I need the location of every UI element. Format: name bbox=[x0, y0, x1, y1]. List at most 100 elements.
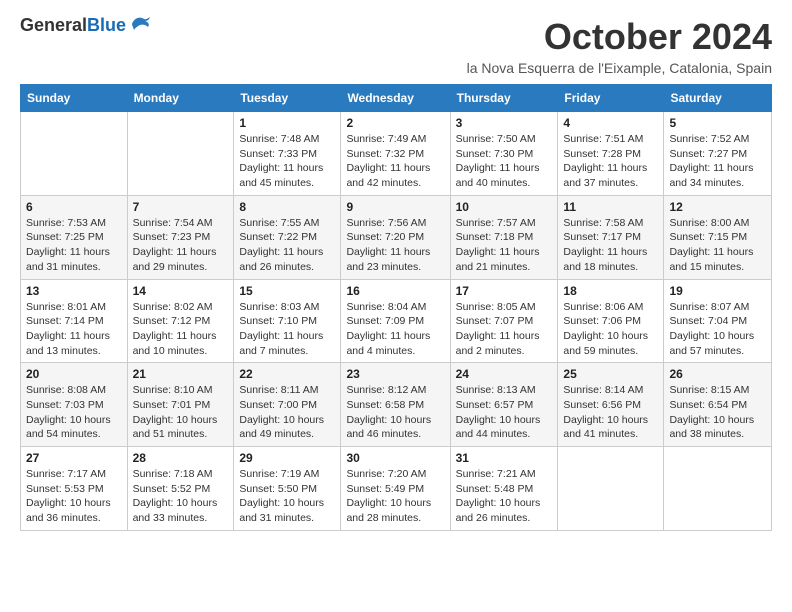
calendar-cell: 29 Sunrise: 7:19 AMSunset: 5:50 PMDayligh… bbox=[234, 447, 341, 531]
week-row-3: 13 Sunrise: 8:01 AMSunset: 7:14 PMDayligh… bbox=[21, 279, 772, 363]
calendar-cell: 23Sunrise: 8:12 AMSunset: 6:58 PMDayligh… bbox=[341, 363, 450, 447]
calendar-cell bbox=[21, 112, 128, 196]
calendar-cell bbox=[127, 112, 234, 196]
calendar-cell: 6 Sunrise: 7:53 AMSunset: 7:25 PMDaylight… bbox=[21, 195, 128, 279]
day-number: 17 bbox=[456, 284, 553, 298]
calendar-cell: 19 Sunrise: 8:07 AMSunset: 7:04 PMDayligh… bbox=[664, 279, 772, 363]
day-number: 13 bbox=[26, 284, 122, 298]
day-detail: Sunrise: 8:11 AMSunset: 7:00 PMDaylight:… bbox=[239, 383, 335, 442]
day-detail: Sunrise: 8:01 AMSunset: 7:14 PMDaylight:… bbox=[26, 300, 122, 359]
week-row-2: 6 Sunrise: 7:53 AMSunset: 7:25 PMDaylight… bbox=[21, 195, 772, 279]
calendar-cell: 12 Sunrise: 8:00 AMSunset: 7:15 PMDayligh… bbox=[664, 195, 772, 279]
day-number: 5 bbox=[669, 116, 766, 130]
week-row-1: 1Sunrise: 7:48 AMSunset: 7:33 PMDaylight… bbox=[21, 112, 772, 196]
day-detail: Sunrise: 8:07 AMSunset: 7:04 PMDaylight:… bbox=[669, 300, 766, 359]
day-number: 1 bbox=[239, 116, 335, 130]
day-detail: Sunrise: 8:00 AMSunset: 7:15 PMDaylight:… bbox=[669, 216, 766, 275]
logo-text: GeneralBlue bbox=[20, 16, 126, 36]
day-detail: Sunrise: 8:08 AMSunset: 7:03 PMDaylight:… bbox=[26, 383, 122, 442]
calendar-cell: 27Sunrise: 7:17 AMSunset: 5:53 PMDayligh… bbox=[21, 447, 128, 531]
calendar-cell: 21Sunrise: 8:10 AMSunset: 7:01 PMDayligh… bbox=[127, 363, 234, 447]
day-number: 12 bbox=[669, 200, 766, 214]
calendar-cell: 7Sunrise: 7:54 AMSunset: 7:23 PMDaylight… bbox=[127, 195, 234, 279]
calendar-cell: 1Sunrise: 7:48 AMSunset: 7:33 PMDaylight… bbox=[234, 112, 341, 196]
day-detail: Sunrise: 8:05 AMSunset: 7:07 PMDaylight:… bbox=[456, 300, 553, 359]
month-title: October 2024 bbox=[467, 16, 772, 58]
calendar-cell: 10 Sunrise: 7:57 AMSunset: 7:18 PMDayligh… bbox=[450, 195, 558, 279]
day-number: 29 bbox=[239, 451, 335, 465]
week-row-5: 27Sunrise: 7:17 AMSunset: 5:53 PMDayligh… bbox=[21, 447, 772, 531]
day-detail: Sunrise: 8:02 AMSunset: 7:12 PMDaylight:… bbox=[133, 300, 229, 359]
day-number: 6 bbox=[26, 200, 122, 214]
day-number: 26 bbox=[669, 367, 766, 381]
day-number: 31 bbox=[456, 451, 553, 465]
calendar-cell: 3 Sunrise: 7:50 AMSunset: 7:30 PMDaylight… bbox=[450, 112, 558, 196]
calendar-cell: 14 Sunrise: 8:02 AMSunset: 7:12 PMDayligh… bbox=[127, 279, 234, 363]
day-number: 15 bbox=[239, 284, 335, 298]
day-detail: Sunrise: 7:20 AMSunset: 5:49 PMDaylight:… bbox=[346, 467, 444, 526]
day-number: 3 bbox=[456, 116, 553, 130]
day-number: 22 bbox=[239, 367, 335, 381]
calendar-cell: 18 Sunrise: 8:06 AMSunset: 7:06 PMDayligh… bbox=[558, 279, 664, 363]
week-row-4: 20Sunrise: 8:08 AMSunset: 7:03 PMDayligh… bbox=[21, 363, 772, 447]
weekday-header-wednesday: Wednesday bbox=[341, 85, 450, 112]
day-number: 18 bbox=[563, 284, 658, 298]
day-detail: Sunrise: 8:14 AMSunset: 6:56 PMDaylight:… bbox=[563, 383, 658, 442]
day-detail: Sunrise: 8:15 AMSunset: 6:54 PMDaylight:… bbox=[669, 383, 766, 442]
day-detail: Sunrise: 8:10 AMSunset: 7:01 PMDaylight:… bbox=[133, 383, 229, 442]
day-number: 8 bbox=[239, 200, 335, 214]
day-detail: Sunrise: 7:21 AMSunset: 5:48 PMDaylight:… bbox=[456, 467, 553, 526]
day-number: 23 bbox=[346, 367, 444, 381]
weekday-header-row: SundayMondayTuesdayWednesdayThursdayFrid… bbox=[21, 85, 772, 112]
calendar-cell: 17 Sunrise: 8:05 AMSunset: 7:07 PMDayligh… bbox=[450, 279, 558, 363]
day-detail: Sunrise: 7:53 AMSunset: 7:25 PMDaylight:… bbox=[26, 216, 122, 275]
weekday-header-saturday: Saturday bbox=[664, 85, 772, 112]
calendar-cell: 26 Sunrise: 8:15 AMSunset: 6:54 PMDayligh… bbox=[664, 363, 772, 447]
calendar-cell: 24Sunrise: 8:13 AMSunset: 6:57 PMDayligh… bbox=[450, 363, 558, 447]
day-detail: Sunrise: 7:55 AMSunset: 7:22 PMDaylight:… bbox=[239, 216, 335, 275]
day-detail: Sunrise: 7:17 AMSunset: 5:53 PMDaylight:… bbox=[26, 467, 122, 526]
calendar-cell: 25 Sunrise: 8:14 AMSunset: 6:56 PMDayligh… bbox=[558, 363, 664, 447]
day-detail: Sunrise: 7:50 AMSunset: 7:30 PMDaylight:… bbox=[456, 132, 553, 191]
calendar-cell: 15Sunrise: 8:03 AMSunset: 7:10 PMDayligh… bbox=[234, 279, 341, 363]
calendar-cell: 5Sunrise: 7:52 AMSunset: 7:27 PMDaylight… bbox=[664, 112, 772, 196]
calendar-cell: 2Sunrise: 7:49 AMSunset: 7:32 PMDaylight… bbox=[341, 112, 450, 196]
weekday-header-friday: Friday bbox=[558, 85, 664, 112]
day-number: 7 bbox=[133, 200, 229, 214]
location-title: la Nova Esquerra de l'Eixample, Cataloni… bbox=[467, 60, 772, 76]
day-detail: Sunrise: 7:56 AMSunset: 7:20 PMDaylight:… bbox=[346, 216, 444, 275]
calendar-cell: 30 Sunrise: 7:20 AMSunset: 5:49 PMDayligh… bbox=[341, 447, 450, 531]
calendar-cell: 20Sunrise: 8:08 AMSunset: 7:03 PMDayligh… bbox=[21, 363, 128, 447]
day-detail: Sunrise: 8:13 AMSunset: 6:57 PMDaylight:… bbox=[456, 383, 553, 442]
logo-bird-icon bbox=[130, 16, 152, 34]
calendar-cell: 9 Sunrise: 7:56 AMSunset: 7:20 PMDaylight… bbox=[341, 195, 450, 279]
day-detail: Sunrise: 7:58 AMSunset: 7:17 PMDaylight:… bbox=[563, 216, 658, 275]
calendar-cell bbox=[558, 447, 664, 531]
day-detail: Sunrise: 7:57 AMSunset: 7:18 PMDaylight:… bbox=[456, 216, 553, 275]
day-detail: Sunrise: 7:49 AMSunset: 7:32 PMDaylight:… bbox=[346, 132, 444, 191]
day-number: 10 bbox=[456, 200, 553, 214]
day-number: 14 bbox=[133, 284, 229, 298]
calendar-cell: 22 Sunrise: 8:11 AMSunset: 7:00 PMDayligh… bbox=[234, 363, 341, 447]
calendar-cell: 8 Sunrise: 7:55 AMSunset: 7:22 PMDaylight… bbox=[234, 195, 341, 279]
day-number: 9 bbox=[346, 200, 444, 214]
weekday-header-monday: Monday bbox=[127, 85, 234, 112]
calendar-cell: 4 Sunrise: 7:51 AMSunset: 7:28 PMDaylight… bbox=[558, 112, 664, 196]
day-number: 25 bbox=[563, 367, 658, 381]
title-block: October 2024 la Nova Esquerra de l'Eixam… bbox=[467, 16, 772, 76]
day-detail: Sunrise: 7:18 AMSunset: 5:52 PMDaylight:… bbox=[133, 467, 229, 526]
calendar-cell bbox=[664, 447, 772, 531]
calendar-cell: 11 Sunrise: 7:58 AMSunset: 7:17 PMDayligh… bbox=[558, 195, 664, 279]
day-detail: Sunrise: 8:04 AMSunset: 7:09 PMDaylight:… bbox=[346, 300, 444, 359]
page-header: GeneralBlue October 2024 la Nova Esquerr… bbox=[20, 16, 772, 76]
day-number: 4 bbox=[563, 116, 658, 130]
day-detail: Sunrise: 7:19 AMSunset: 5:50 PMDaylight:… bbox=[239, 467, 335, 526]
calendar-cell: 13 Sunrise: 8:01 AMSunset: 7:14 PMDayligh… bbox=[21, 279, 128, 363]
day-detail: Sunrise: 8:06 AMSunset: 7:06 PMDaylight:… bbox=[563, 300, 658, 359]
day-number: 11 bbox=[563, 200, 658, 214]
day-number: 30 bbox=[346, 451, 444, 465]
logo: GeneralBlue bbox=[20, 16, 152, 36]
weekday-header-thursday: Thursday bbox=[450, 85, 558, 112]
day-number: 19 bbox=[669, 284, 766, 298]
day-detail: Sunrise: 7:51 AMSunset: 7:28 PMDaylight:… bbox=[563, 132, 658, 191]
